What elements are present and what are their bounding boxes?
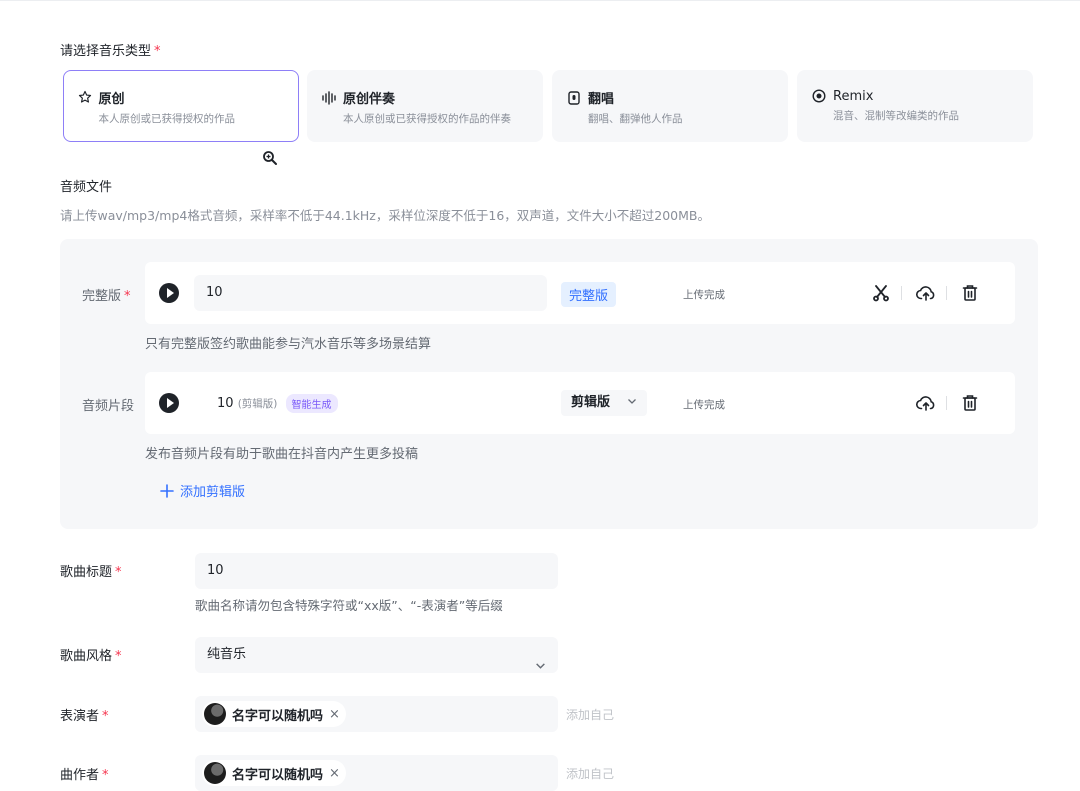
type-desc: 翻唱、翻弹他人作品 xyxy=(588,113,683,125)
music-type-label: 请选择音乐类型 * xyxy=(60,44,161,59)
composer-chip: 名字可以随机吗 × xyxy=(202,760,346,786)
upload-cloud-icon[interactable] xyxy=(916,393,936,413)
add-self-composer[interactable]: 添加自己 xyxy=(566,765,614,782)
star-outline-icon xyxy=(77,89,93,105)
type-card-original-accompaniment[interactable]: 原创伴奏 本人原创或已获得授权的作品的伴奏 xyxy=(307,70,543,142)
waveform-icon xyxy=(321,90,337,106)
divider xyxy=(946,396,947,410)
composer-label: 曲作者 * xyxy=(60,768,109,783)
close-icon[interactable]: × xyxy=(329,707,340,722)
top-divider xyxy=(0,0,1080,4)
audio-clip-name: 10 (剪辑版) 智能生成 xyxy=(217,394,338,413)
type-title: 原创 xyxy=(98,91,125,107)
type-desc: 本人原创或已获得授权的作品 xyxy=(98,112,236,125)
type-title: Remix xyxy=(833,88,874,104)
type-title: 翻唱 xyxy=(588,92,615,107)
trash-icon[interactable] xyxy=(960,283,980,303)
mic-icon xyxy=(566,90,582,106)
disc-icon xyxy=(811,88,827,104)
full-version-tag: 完整版 xyxy=(561,282,617,307)
plus-icon xyxy=(160,483,174,498)
upload-status: 上传完成 xyxy=(683,399,725,411)
play-icon[interactable] xyxy=(159,283,179,303)
type-card-original[interactable]: 原创 本人原创或已获得授权的作品 xyxy=(63,70,299,142)
audio-file-label: 音频文件 xyxy=(60,180,113,195)
song-style-select[interactable]: 纯音乐 xyxy=(195,637,558,673)
type-desc: 本人原创或已获得授权的作品的伴奏 xyxy=(343,113,511,125)
upload-status: 上传完成 xyxy=(683,289,725,301)
chevron-down-icon xyxy=(627,390,637,416)
avatar xyxy=(204,762,226,784)
scissors-icon[interactable] xyxy=(871,283,891,303)
chevron-down-icon xyxy=(535,650,546,686)
type-title: 原创伴奏 xyxy=(343,92,396,107)
zoom-in-cursor-icon xyxy=(262,150,278,170)
full-version-note: 只有完整版签约歌曲能参与汽水音乐等多场景结算 xyxy=(145,337,432,352)
clip-version-select[interactable]: 剪辑版 xyxy=(561,390,647,416)
song-title-label: 歌曲标题 * xyxy=(60,565,122,580)
add-clip-button[interactable]: 添加剪辑版 xyxy=(160,481,245,500)
song-title-hint: 歌曲名称请勿包含特殊字符或“xx版”、“-表演者”等后缀 xyxy=(195,598,503,613)
divider xyxy=(946,286,947,300)
performer-label: 表演者 * xyxy=(60,709,109,724)
upload-cloud-icon[interactable] xyxy=(916,283,936,303)
close-icon[interactable]: × xyxy=(329,766,340,781)
avatar xyxy=(204,703,226,725)
add-self-performer[interactable]: 添加自己 xyxy=(566,706,614,723)
full-version-name-input[interactable]: 10 xyxy=(194,275,547,311)
trash-icon[interactable] xyxy=(960,393,980,413)
performer-chip: 名字可以随机吗 × xyxy=(202,701,346,727)
song-title-input[interactable]: 10 xyxy=(195,553,558,589)
song-style-label: 歌曲风格 * xyxy=(60,649,122,664)
full-version-label: 完整版 * xyxy=(82,289,131,304)
play-icon[interactable] xyxy=(159,393,179,413)
divider xyxy=(901,286,902,300)
audio-clip-label: 音频片段 xyxy=(82,399,135,414)
audio-format-hint: 请上传wav/mp3/mp4格式音频，采样率不低于44.1kHz，采样位深度不低… xyxy=(60,208,710,223)
ai-generated-tag: 智能生成 xyxy=(285,394,338,413)
type-card-remix[interactable]: Remix 混音、混制等改编类的作品 xyxy=(797,70,1033,142)
audio-clip-note: 发布音频片段有助于歌曲在抖音内产生更多投稿 xyxy=(145,447,419,462)
type-desc: 混音、混制等改编类的作品 xyxy=(833,110,959,122)
type-card-cover[interactable]: 翻唱 翻唱、翻弹他人作品 xyxy=(552,70,788,142)
